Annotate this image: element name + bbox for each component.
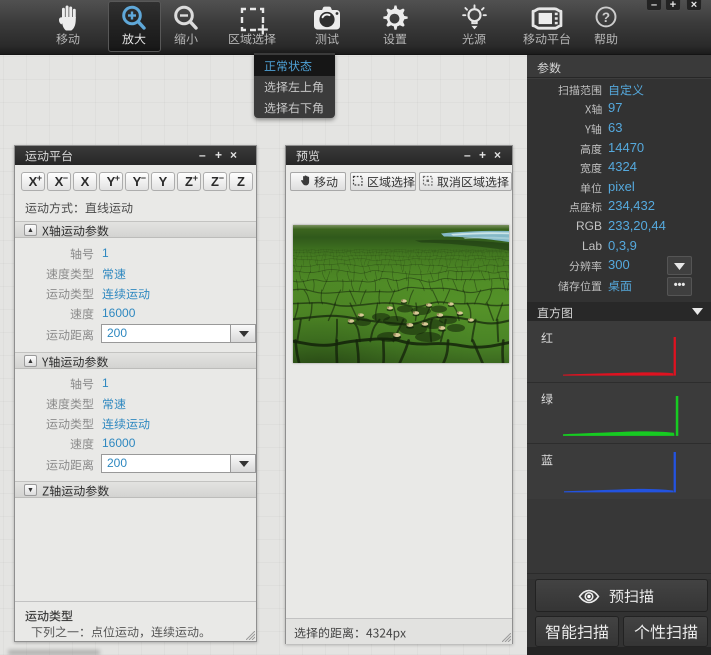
svg-text:?: ?: [602, 10, 610, 25]
